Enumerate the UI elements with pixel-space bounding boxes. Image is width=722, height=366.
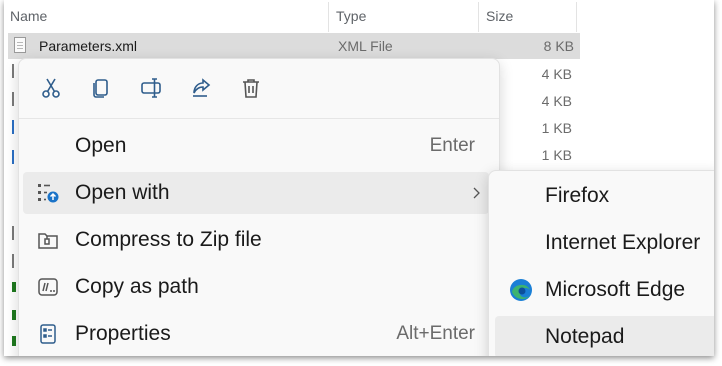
menu-item-compress-zip[interactable]: Compress to Zip file: [23, 219, 489, 261]
rename-icon: [141, 78, 161, 98]
explorer-window: Name Type Size Parameters.xml XML File 8…: [4, 0, 714, 356]
file-type: XML File: [338, 38, 393, 54]
context-action-bar: [19, 59, 499, 117]
file-size: 1 KB: [541, 147, 572, 163]
open-with-icon: [38, 184, 59, 203]
file-size: 1 KB: [541, 120, 572, 136]
submenu-item-label: Internet Explorer: [545, 231, 701, 254]
copy-icon: [93, 79, 108, 98]
context-menu: Open Enter Open with Compress to Zip fil…: [18, 58, 500, 356]
menu-item-shortcut: Alt+Enter: [396, 323, 475, 344]
submenu-item-label: Microsoft Edge: [545, 278, 686, 301]
open-with-submenu: Firefox Internet Explorer Microsoft Edge…: [488, 170, 714, 356]
column-separator[interactable]: [478, 2, 479, 32]
cut-button[interactable]: [33, 71, 69, 105]
delete-button[interactable]: [233, 71, 269, 105]
column-separator[interactable]: [576, 2, 577, 32]
trash-icon: [243, 79, 259, 98]
scissors-icon: [42, 78, 60, 98]
submenu-item-microsoft-edge[interactable]: Microsoft Edge: [495, 269, 714, 311]
copy-path-icon: [38, 278, 58, 296]
list-header: Name Type Size: [4, 0, 580, 32]
menu-item-label: Open with: [75, 181, 170, 204]
file-size: 4 KB: [541, 93, 572, 109]
menu-item-properties[interactable]: Properties Alt+Enter: [23, 313, 489, 355]
menu-item-open[interactable]: Open Enter: [23, 125, 489, 167]
submenu-item-label: Notepad: [545, 325, 625, 348]
submenu-item-label: Firefox: [545, 184, 610, 207]
submenu-item-notepad[interactable]: Notepad: [495, 316, 714, 356]
xml-file-icon: [14, 37, 26, 53]
file-name: Parameters.xml: [39, 38, 138, 54]
share-button[interactable]: [183, 71, 219, 105]
menu-item-label: Copy as path: [75, 275, 199, 298]
file-size: 4 KB: [541, 66, 572, 82]
column-header-size[interactable]: Size: [486, 0, 513, 32]
column-separator[interactable]: [328, 2, 329, 32]
menu-item-copy-as-path[interactable]: Copy as path: [23, 266, 489, 308]
menu-divider: [19, 118, 499, 119]
share-icon: [193, 78, 211, 97]
properties-icon: [40, 324, 56, 344]
chevron-right-icon: [473, 187, 480, 199]
submenu-item-firefox[interactable]: Firefox: [495, 175, 714, 217]
menu-item-label: Compress to Zip file: [75, 228, 262, 251]
rename-button[interactable]: [133, 71, 169, 105]
submenu-item-internet-explorer[interactable]: Internet Explorer: [495, 222, 714, 264]
menu-item-open-with[interactable]: Open with: [23, 172, 489, 214]
menu-item-shortcut: Enter: [429, 135, 475, 156]
edge-icon: [510, 279, 532, 301]
file-row-selected[interactable]: Parameters.xml XML File 8 KB: [8, 33, 580, 59]
column-header-type[interactable]: Type: [336, 0, 366, 32]
menu-item-label: Open: [75, 134, 127, 157]
menu-item-label: Properties: [75, 322, 171, 345]
column-header-name[interactable]: Name: [10, 0, 47, 32]
copy-button[interactable]: [83, 71, 119, 105]
file-size: 8 KB: [543, 38, 574, 54]
zip-folder-icon: [38, 233, 58, 249]
